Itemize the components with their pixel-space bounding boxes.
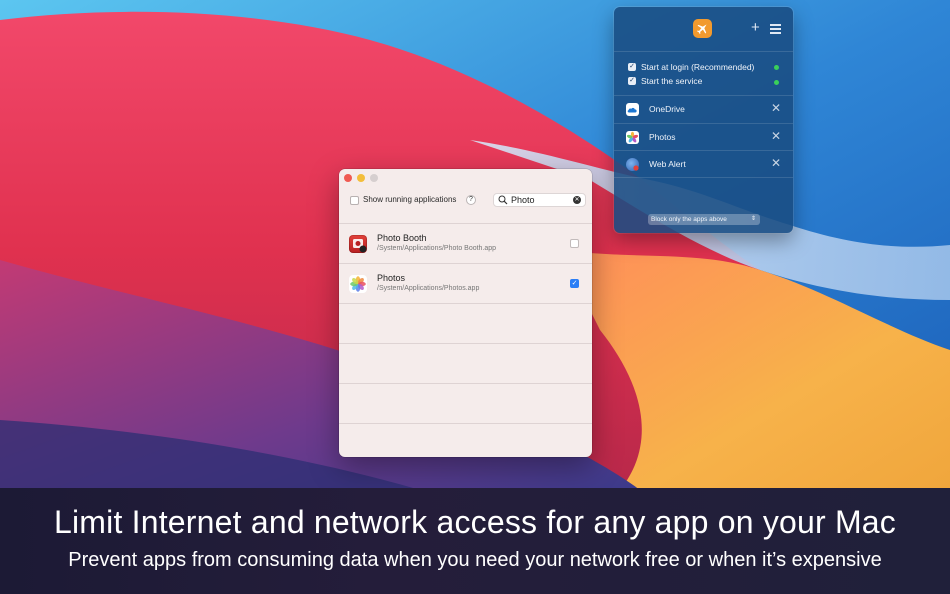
add-app-plus-icon[interactable]: + — [751, 20, 760, 36]
service-status-dot — [774, 80, 779, 85]
blocked-app-name: Photos — [649, 132, 676, 142]
remove-web-alert-close-icon[interactable]: ✕ — [771, 156, 781, 170]
block-checkbox-photo-booth[interactable] — [570, 239, 579, 248]
subheadline: Prevent apps from consuming data when yo… — [68, 549, 882, 571]
photos-icon — [349, 275, 367, 293]
app-window: Show running applications ? Photo ✕ Phot… — [339, 169, 592, 457]
show-running-checkbox[interactable] — [350, 196, 359, 205]
search-input-value[interactable]: Photo — [511, 195, 535, 205]
divider — [614, 177, 793, 178]
empty-row — [339, 344, 592, 383]
start-at-login-checkbox[interactable]: ✓ — [628, 63, 636, 71]
window-toolbar: Show running applications ? Photo ✕ — [339, 192, 592, 212]
menu-hamburger-icon[interactable] — [770, 24, 781, 36]
search-icon — [498, 195, 508, 205]
search-field[interactable]: Photo ✕ — [493, 193, 586, 207]
blocked-app-name: Web Alert — [649, 159, 686, 169]
start-at-login-label: Start at login (Recommended) — [641, 62, 755, 72]
block-checkbox-photos[interactable]: ✓ — [570, 279, 579, 288]
show-running-label: Show running applications — [363, 195, 457, 204]
app-logo-airplane-icon — [693, 19, 712, 38]
help-button[interactable]: ? — [466, 195, 476, 205]
headline: Limit Internet and network access for an… — [53, 504, 897, 540]
start-service-label: Start the service — [641, 76, 703, 86]
photos-icon — [626, 131, 639, 144]
empty-row — [339, 384, 592, 423]
block-mode-value: Block only the apps above — [651, 216, 727, 223]
divider — [614, 51, 793, 52]
close-window-button[interactable] — [344, 174, 352, 182]
zoom-window-button[interactable] — [370, 174, 378, 182]
divider — [339, 423, 592, 424]
blocked-app-web-alert: Web Alert ✕ — [614, 151, 793, 178]
block-mode-select[interactable]: Block only the apps above ⇕ — [648, 214, 760, 225]
remove-onedrive-close-icon[interactable]: ✕ — [771, 101, 781, 115]
blocked-app-photos: Photos ✕ — [614, 124, 793, 151]
app-list: Photo Booth /System/Applications/Photo B… — [339, 223, 592, 424]
menubar-popover: + ✓ Start at login (Recommended) ✓ Start… — [614, 7, 793, 233]
onedrive-icon — [626, 103, 639, 116]
app-path: /System/Applications/Photos.app — [377, 285, 480, 292]
app-name: Photos — [377, 273, 406, 283]
updown-chevron-icon: ⇕ — [750, 216, 756, 222]
web-alert-icon — [626, 158, 639, 171]
start-service-checkbox[interactable]: ✓ — [628, 77, 636, 85]
photo-booth-icon — [349, 235, 367, 253]
app-name: Photo Booth — [377, 233, 427, 243]
blocked-app-name: OneDrive — [649, 104, 685, 114]
empty-row — [339, 304, 592, 343]
app-path: /System/Applications/Photo Booth.app — [377, 245, 497, 252]
minimize-window-button[interactable] — [357, 174, 365, 182]
login-status-dot — [774, 65, 779, 70]
list-item-photos[interactable]: Photos /System/Applications/Photos.app ✓ — [339, 264, 592, 303]
list-item-photo-booth[interactable]: Photo Booth /System/Applications/Photo B… — [339, 224, 592, 263]
clear-search-icon[interactable]: ✕ — [573, 196, 581, 204]
caption-banner: Limit Internet and network access for an… — [0, 488, 950, 594]
blocked-app-onedrive: OneDrive ✕ — [614, 96, 793, 123]
remove-photos-close-icon[interactable]: ✕ — [771, 129, 781, 143]
